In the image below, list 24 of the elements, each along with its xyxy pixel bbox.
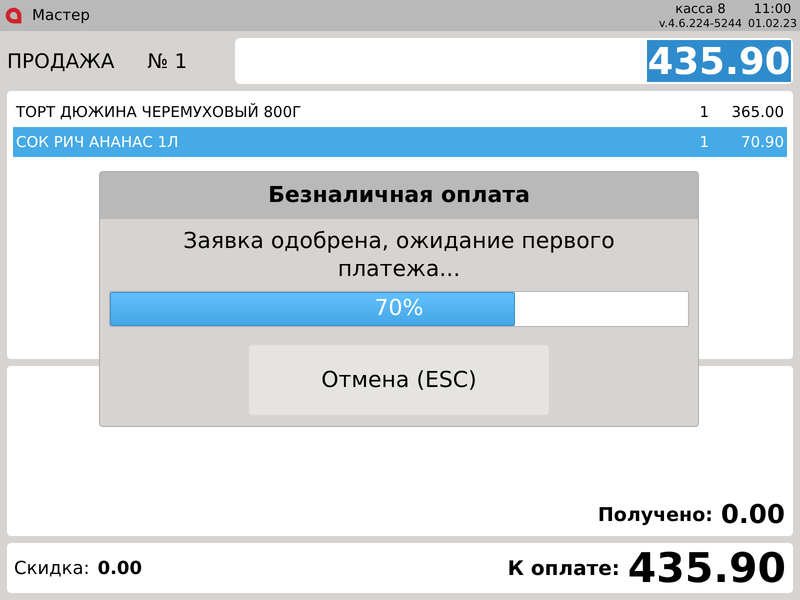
total-amount: 435.90	[647, 40, 791, 82]
version-label: v.4.6.224-5244	[658, 18, 742, 28]
item-price: 365.00	[730, 102, 784, 123]
dialog-title: Безналичная оплата	[268, 182, 530, 210]
discount-label: Скидка:	[14, 556, 90, 580]
amount-due-label: К оплате:	[508, 555, 620, 582]
clock-time: 11:00	[752, 2, 792, 16]
app-title: Мастер	[32, 8, 90, 23]
sale-number: № 1	[147, 48, 188, 75]
sale-label: ПРОДАЖА	[7, 48, 114, 75]
register-label: касса 8	[674, 2, 727, 16]
date-label: 01.02.23	[748, 18, 797, 28]
item-quantity: 1	[698, 102, 709, 123]
progress-reading: 70%	[374, 295, 424, 323]
item-quantity: 1	[698, 132, 709, 153]
cancel-button[interactable]: Отмена (ESC)	[249, 345, 549, 415]
item-name: СОК РИЧ АНАНАС 1Л	[16, 132, 180, 153]
received-amount: 0.00	[720, 502, 785, 528]
amount-due: 435.90	[628, 548, 786, 588]
dialog-message: Заявка одобрена, ожидание первого платежа...	[182, 228, 616, 284]
received-label: Получено:	[598, 506, 713, 525]
item-price: 70.90	[740, 132, 784, 153]
item-name: ТОРТ ДЮЖИНА ЧЕРЕМУХОВЫЙ 800Г	[16, 102, 302, 123]
discount-amount: 0.00	[98, 556, 142, 580]
